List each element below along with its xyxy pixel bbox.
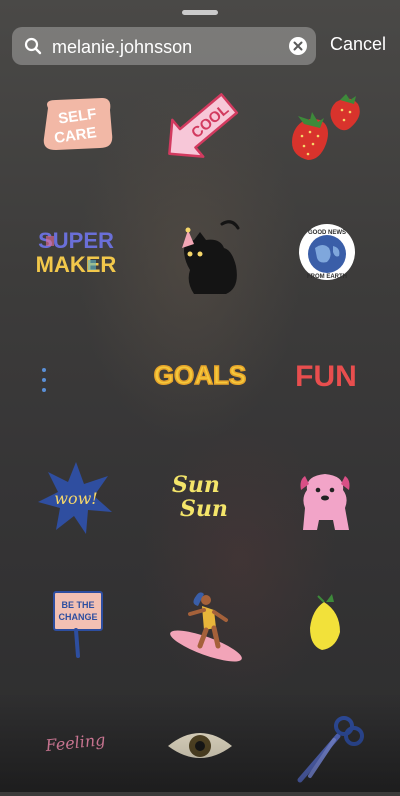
sticker-good-news-earth[interactable]: GOOD NEWS FROM EARTH [277, 202, 377, 302]
sticker-text: Feeling [44, 730, 107, 755]
sticker-eye[interactable] [150, 696, 250, 796]
sticker-feeling[interactable]: Feeling [26, 692, 126, 792]
sticker-super-maker[interactable]: SUPER MAKER [26, 202, 126, 302]
sticker-text: BE THE [61, 600, 94, 610]
sticker-lemon[interactable] [274, 580, 374, 680]
sticker-surfer[interactable] [160, 580, 260, 680]
sticker-wow-star[interactable]: wow! [26, 448, 126, 548]
sticker-text: MAKER [36, 252, 117, 277]
sticker-pink-pug[interactable] [275, 450, 375, 550]
sticker-text: GOALS [154, 360, 246, 390]
sticker-text: Sun [180, 496, 228, 522]
sticker-scissors[interactable] [276, 696, 376, 796]
sticker-grid: SELF CARE COOL SUPER MAKER GOOD NEWS FRO… [0, 0, 400, 792]
sticker-text: GOOD NEWS [308, 230, 346, 236]
sticker-text: FROM EARTH [307, 274, 347, 280]
sticker-text: wow! [54, 489, 97, 508]
sticker-cool-arrow[interactable]: COOL [150, 78, 250, 178]
sticker-sun-sun[interactable]: Sun Sun [150, 448, 250, 548]
sticker-text: Sun [172, 472, 220, 498]
sticker-dots[interactable] [0, 330, 100, 430]
sticker-self-care[interactable]: SELF CARE [26, 78, 126, 178]
sticker-text: CHANGE [58, 612, 97, 622]
sticker-goals[interactable]: GOALS [150, 326, 250, 426]
sticker-strawberries[interactable] [278, 80, 378, 180]
sticker-fun[interactable]: FUN [276, 326, 376, 426]
sticker-black-cat[interactable] [160, 210, 260, 310]
sticker-be-the-change-sign[interactable]: BE THE CHANGE [26, 580, 126, 680]
